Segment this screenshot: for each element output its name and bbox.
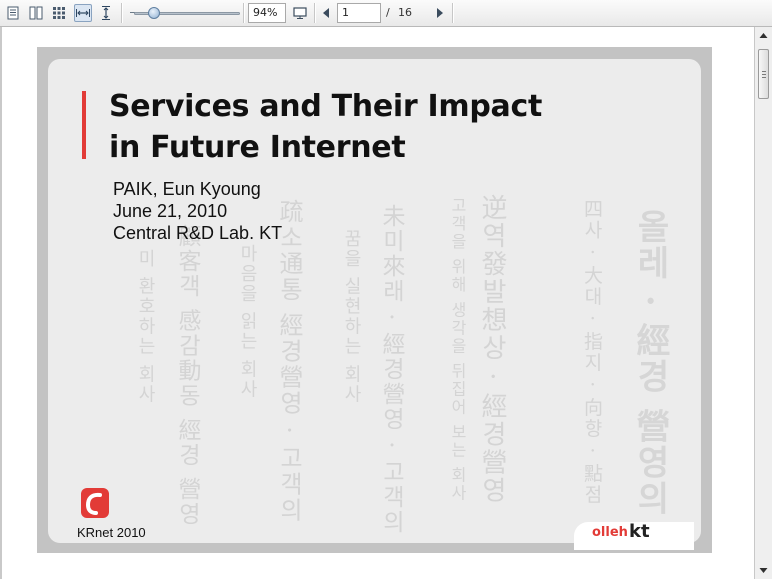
- background-column-6: 꿈을 실현하는 회사: [341, 229, 362, 405]
- kt-logo-icon: [81, 488, 109, 518]
- page-separator: /: [386, 6, 390, 19]
- scrollbar-thumb[interactable]: [758, 49, 769, 99]
- page-number-input[interactable]: 1: [337, 3, 381, 23]
- background-column-10: 미 환호하는 회사: [135, 249, 156, 405]
- triangle-right-icon: [437, 8, 443, 18]
- toolbar-divider: [121, 3, 123, 23]
- single-page-icon: [7, 6, 19, 20]
- full-screen-button[interactable]: [291, 4, 309, 22]
- two-page-view-button[interactable]: [27, 4, 45, 22]
- single-page-view-button[interactable]: [4, 4, 22, 22]
- toolbar-divider: [243, 3, 245, 23]
- zoom-level-field[interactable]: 94%: [248, 3, 286, 23]
- viewport-edge: [0, 27, 2, 579]
- slide-title: Services and Their Impact in Future Inte…: [109, 86, 649, 168]
- author-affiliation: Central R&D Lab. KT: [113, 223, 283, 243]
- background-column-3: 逆역發발想상 · 經경營영: [477, 194, 507, 505]
- toolbar-divider: [314, 3, 316, 23]
- slide-title-line-1: Services and Their Impact: [109, 89, 542, 124]
- zoom-slider-thumb[interactable]: [148, 7, 161, 19]
- brand-olleh-logo: olleh: [592, 525, 628, 540]
- title-accent-bar: [82, 91, 86, 159]
- background-column-9: 顧客객 感감動동 經경 營영: [174, 224, 200, 527]
- grip-line: [762, 71, 766, 72]
- slide-footer: KRnet 2010: [77, 525, 146, 540]
- background-column-1: 올레 · 經경 營영의: [630, 209, 670, 517]
- background-column-2: 四사 · 大대 · 指지 · 向향 · 點점: [581, 199, 603, 506]
- scroll-up-icon[interactable]: [757, 29, 770, 43]
- monitor-icon: [293, 7, 307, 19]
- grip-line: [762, 74, 766, 75]
- slide-title-line-2: in Future Internet: [109, 130, 406, 165]
- viewer-toolbar: 94% 1 / 16: [0, 0, 772, 27]
- background-column-8: 마음을 읽는 회사: [237, 244, 258, 400]
- fit-width-icon: [76, 9, 90, 17]
- background-column-7: 疏소通통 經경營영 · 고객의: [275, 199, 303, 524]
- fit-width-button[interactable]: [74, 4, 92, 22]
- toolbar-divider: [452, 3, 454, 23]
- previous-page-button[interactable]: [318, 4, 336, 22]
- vertical-scrollbar[interactable]: [754, 27, 772, 579]
- presentation-date: June 21, 2010: [113, 201, 228, 221]
- page-total-count: 16: [398, 6, 412, 19]
- author-name: PAIK, Eun Kyoung: [113, 179, 261, 199]
- fit-height-button[interactable]: [97, 4, 115, 22]
- next-page-button[interactable]: [430, 4, 448, 22]
- triangle-left-icon: [323, 8, 329, 18]
- scroll-down-icon[interactable]: [757, 563, 770, 577]
- brand-kt-logo: kt: [629, 521, 650, 542]
- grid-icon: [53, 7, 65, 19]
- background-column-4: 고객을 위해 생각을 뒤집어 보는 회사: [448, 197, 467, 503]
- thumbnail-view-button[interactable]: [50, 4, 68, 22]
- background-column-5: 未미來래 · 經경營영 · 고객의: [378, 204, 404, 535]
- fit-height-icon: [102, 6, 110, 20]
- two-page-icon: [29, 6, 43, 20]
- grip-line: [762, 77, 766, 78]
